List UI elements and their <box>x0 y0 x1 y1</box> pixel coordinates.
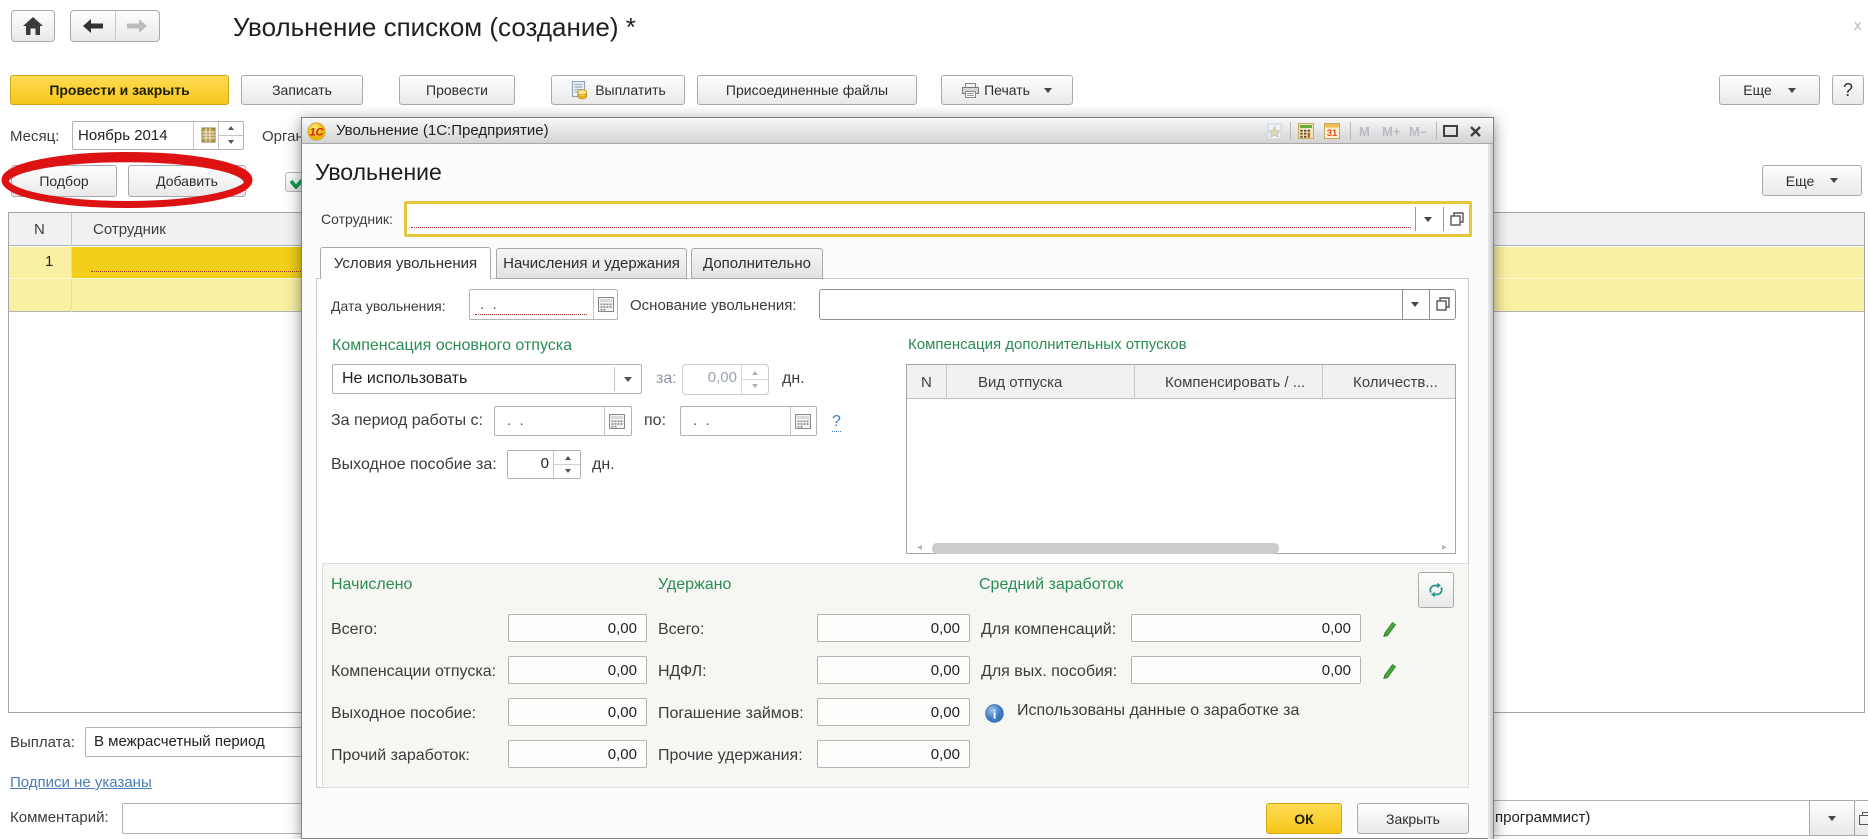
svg-text:i: i <box>993 707 997 722</box>
svg-text:31: 31 <box>1327 128 1338 139</box>
svg-text:1С: 1С <box>309 127 324 139</box>
